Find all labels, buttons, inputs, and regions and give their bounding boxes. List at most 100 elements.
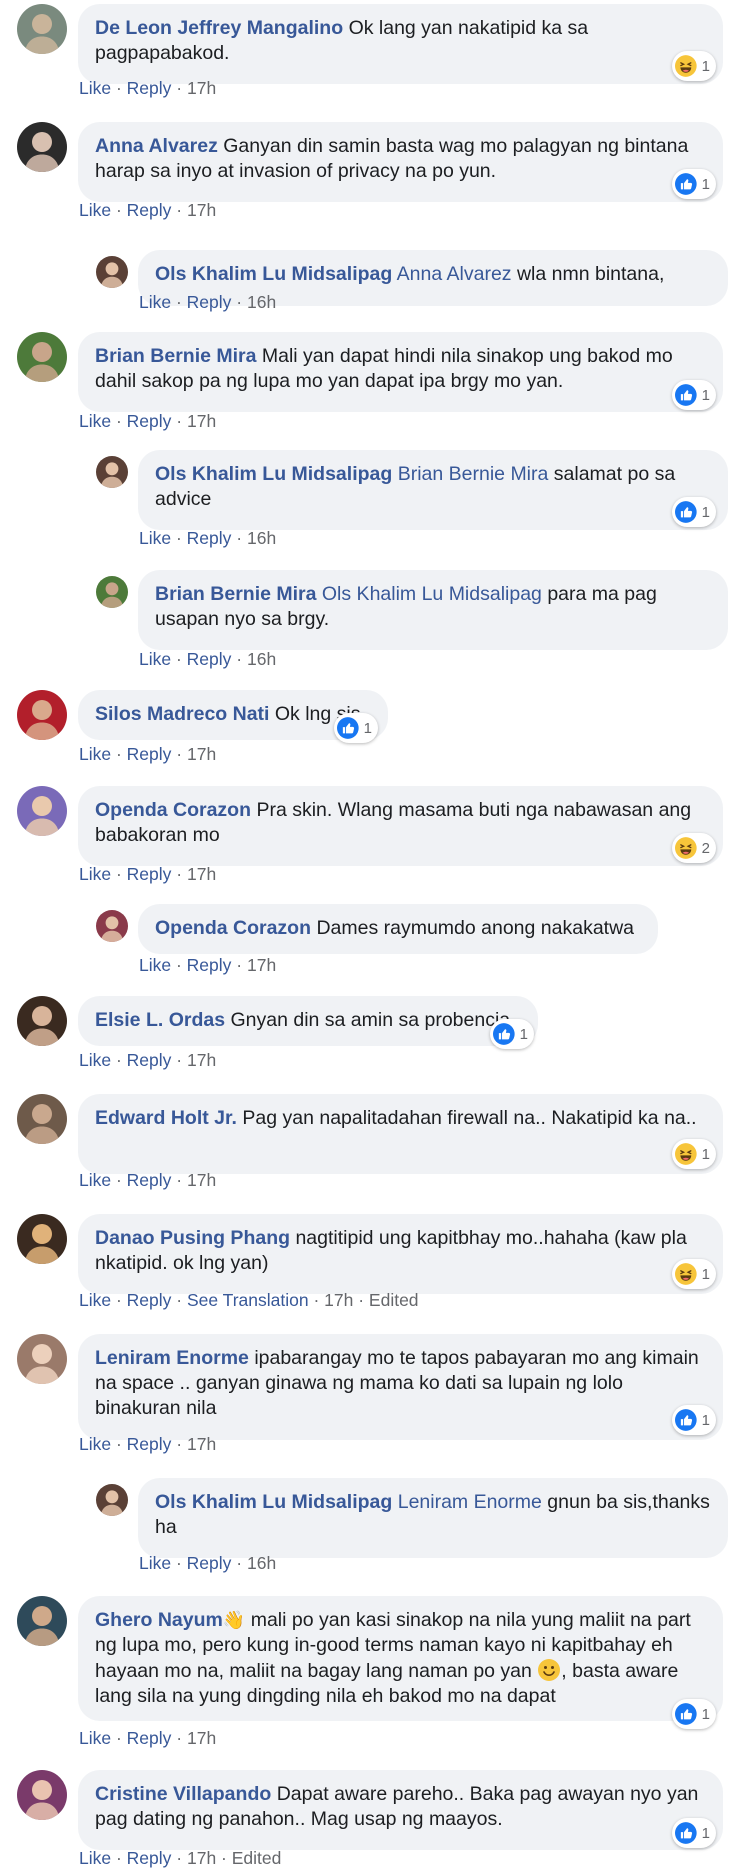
avatar[interactable] [17,122,67,172]
mention-link[interactable]: Anna Alvarez [397,263,512,285]
reaction-badge[interactable]: 1 [334,713,378,743]
reply-button[interactable]: Reply [127,744,172,764]
like-button[interactable]: Like [79,1290,111,1310]
edited-label[interactable]: Edited [369,1290,419,1310]
comment-author-link[interactable]: Brian Bernie Mira [155,583,316,605]
comment-timestamp[interactable]: 17h [187,1170,216,1190]
comment-author-link[interactable]: Openda Corazon [95,799,251,821]
reply-button[interactable]: Reply [187,649,232,669]
like-button[interactable]: Like [79,1050,111,1070]
avatar[interactable] [96,256,128,288]
comment-author-link[interactable]: Ols Khalim Lu Midsalipag [155,463,392,485]
reaction-badge[interactable]: 1 [672,169,716,199]
like-button[interactable]: Like [79,200,111,220]
avatar[interactable] [96,576,128,608]
avatar[interactable] [17,1770,67,1820]
reaction-badge[interactable]: 1 [672,51,716,81]
comment-timestamp[interactable]: 16h [247,528,276,548]
comment-timestamp[interactable]: 17h [187,744,216,764]
reply-button[interactable]: Reply [127,411,172,431]
avatar[interactable] [17,786,67,836]
like-button[interactable]: Like [139,292,171,312]
comment-timestamp[interactable]: 17h [187,1728,216,1748]
avatar[interactable] [17,996,67,1046]
reply-button[interactable]: Reply [127,1170,172,1190]
like-button[interactable]: Like [79,1728,111,1748]
avatar[interactable] [17,690,67,740]
mention-link[interactable]: Ols Khalim Lu Midsalipag [322,583,542,605]
reaction-badge[interactable]: 2 [672,833,716,863]
reaction-badge[interactable]: 1 [672,1259,716,1289]
comment-author-link[interactable]: Edward Holt Jr. [95,1107,237,1129]
like-button[interactable]: Like [79,864,111,884]
reply-button[interactable]: Reply [127,200,172,220]
reply-button[interactable]: Reply [127,864,172,884]
avatar[interactable] [96,910,128,942]
like-button[interactable]: Like [139,528,171,548]
like-button[interactable]: Like [79,78,111,98]
comment-actions: Like · Reply · 16h [139,528,276,549]
comment-author-link[interactable]: Leniram Enorme [95,1347,249,1369]
avatar[interactable] [17,4,67,54]
comment-author-link[interactable]: Danao Pusing Phang [95,1227,290,1249]
comment-author-link[interactable]: Brian Bernie Mira [95,345,256,367]
like-button[interactable]: Like [139,955,171,975]
mention-link[interactable]: Leniram Enorme [398,1491,542,1513]
reaction-badge[interactable]: 1 [672,1699,716,1729]
reaction-badge[interactable]: 1 [490,1019,534,1049]
comment-timestamp[interactable]: 17h [187,1848,216,1868]
avatar[interactable] [17,1214,67,1264]
comment-author-link[interactable]: Silos Madreco Nati [95,703,269,725]
like-button[interactable]: Like [79,744,111,764]
comment-author-link[interactable]: Ghero Nayum [95,1609,223,1631]
like-button[interactable]: Like [139,1553,171,1573]
reaction-badge[interactable]: 1 [672,380,716,410]
reply-button[interactable]: Reply [187,292,232,312]
reply-button[interactable]: Reply [187,528,232,548]
like-button[interactable]: Like [79,1434,111,1454]
like-button[interactable]: Like [79,1170,111,1190]
comment-timestamp[interactable]: 16h [247,292,276,312]
comment-timestamp[interactable]: 17h [187,864,216,884]
comment-author-link[interactable]: Cristine Villapando [95,1783,271,1805]
avatar[interactable] [17,1334,67,1384]
reply-button[interactable]: Reply [127,1290,172,1310]
comment-timestamp[interactable]: 16h [247,1553,276,1573]
comment-timestamp[interactable]: 16h [247,649,276,669]
comment-timestamp[interactable]: 17h [324,1290,353,1310]
like-button[interactable]: Like [139,649,171,669]
reply-button[interactable]: Reply [127,78,172,98]
comment-author-link[interactable]: Anna Alvarez [95,135,218,157]
comment-author-link[interactable]: Ols Khalim Lu Midsalipag [155,263,392,285]
avatar[interactable] [17,332,67,382]
avatar[interactable] [96,1484,128,1516]
reply-button[interactable]: Reply [187,955,232,975]
comment-timestamp[interactable]: 17h [187,411,216,431]
comment-author-link[interactable]: Openda Corazon [155,917,311,939]
comment-author-link[interactable]: De Leon Jeffrey Mangalino [95,17,343,39]
reply-button[interactable]: Reply [127,1050,172,1070]
comment-timestamp[interactable]: 17h [187,1434,216,1454]
mention-link[interactable]: Brian Bernie Mira [398,463,549,485]
comment-timestamp[interactable]: 17h [187,200,216,220]
like-button[interactable]: Like [79,411,111,431]
reply-button[interactable]: Reply [187,1553,232,1573]
like-button[interactable]: Like [79,1848,111,1868]
comment-author-link[interactable]: Elsie L. Ordas [95,1009,225,1031]
reply-button[interactable]: Reply [127,1434,172,1454]
reaction-badge[interactable]: 1 [672,497,716,527]
avatar[interactable] [17,1596,67,1646]
comment-author-link[interactable]: Ols Khalim Lu Midsalipag [155,1491,392,1513]
see-translation-button[interactable]: See Translation [187,1290,309,1310]
avatar[interactable] [96,456,128,488]
edited-label[interactable]: Edited [232,1848,282,1868]
comment-timestamp[interactable]: 17h [247,955,276,975]
reaction-badge[interactable]: 1 [672,1405,716,1435]
reaction-badge[interactable]: 1 [672,1139,716,1169]
reply-button[interactable]: Reply [127,1848,172,1868]
comment-timestamp[interactable]: 17h [187,78,216,98]
reply-button[interactable]: Reply [127,1728,172,1748]
reaction-badge[interactable]: 1 [672,1818,716,1848]
avatar[interactable] [17,1094,67,1144]
comment-timestamp[interactable]: 17h [187,1050,216,1070]
